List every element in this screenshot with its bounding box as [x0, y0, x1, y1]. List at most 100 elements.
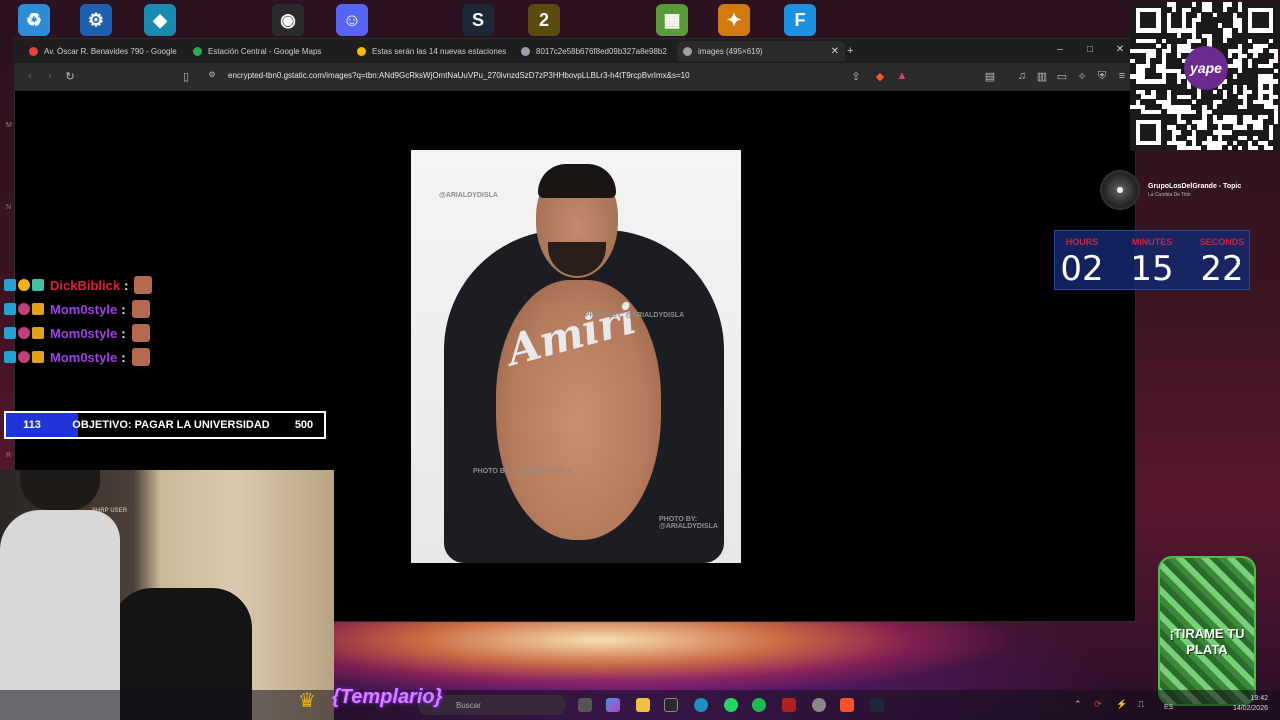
- close-tab-icon[interactable]: ✕: [823, 46, 839, 57]
- site-info-icon[interactable]: ⚙: [205, 70, 219, 79]
- tab-label: Estas serán las 14 nuevas estaciones: [372, 46, 507, 56]
- vpn-icon[interactable]: ⛨: [1095, 70, 1109, 83]
- clock-time: 19:42: [1250, 695, 1268, 702]
- qr-module: [1272, 2, 1279, 8]
- back-icon[interactable]: ‹: [23, 70, 37, 82]
- brave-rewards-icon[interactable]: ▲: [895, 70, 909, 82]
- tray-mic-icon[interactable]: ⎍: [1138, 699, 1144, 710]
- forward-icon[interactable]: ›: [43, 70, 57, 82]
- app-diamond-icon[interactable]: ◆: [144, 4, 176, 36]
- copilot-icon[interactable]: [606, 698, 620, 712]
- qr-module: [1150, 2, 1157, 8]
- tab-images-active[interactable]: images (495×619) ✕: [677, 41, 845, 61]
- reader-mode-icon[interactable]: ▤: [983, 70, 997, 83]
- tray-language[interactable]: ES: [1164, 704, 1173, 711]
- edge-icon[interactable]: [694, 698, 708, 712]
- qr-module: [1226, 37, 1233, 44]
- qr-module: [1247, 104, 1254, 111]
- store-icon[interactable]: [664, 698, 678, 712]
- qr-module: [1272, 129, 1279, 136]
- qr-module: [1232, 27, 1239, 34]
- timer-minutes-label: MINUTES: [1131, 237, 1173, 247]
- minecraft-icon[interactable]: ▦: [656, 4, 688, 36]
- app-blue-icon[interactable]: ⚙: [80, 4, 112, 36]
- qr-module: [1196, 109, 1203, 116]
- qr-module: [1191, 12, 1198, 19]
- qr-module: [1247, 109, 1254, 116]
- reload-icon[interactable]: ↻: [63, 70, 77, 83]
- maximize-icon[interactable]: □: [1083, 44, 1097, 55]
- tab-google-maps-address[interactable]: Av. Óscar R. Benavides 790 - Google: [23, 41, 187, 61]
- app-red-icon[interactable]: [782, 698, 796, 712]
- side-fragment: M: [6, 122, 12, 129]
- qr-module: [1237, 109, 1244, 116]
- sidebar-icon[interactable]: ▥: [1035, 70, 1049, 83]
- qr-module: [1140, 32, 1147, 39]
- emote-icon: [131, 300, 150, 318]
- menu-icon[interactable]: ≡: [1115, 70, 1129, 82]
- fortnite-icon[interactable]: F: [784, 4, 816, 36]
- qr-module: [1150, 114, 1157, 121]
- qr-module: [1226, 78, 1233, 85]
- qr-module: [1175, 63, 1182, 70]
- leo-ai-icon[interactable]: ✧: [1075, 70, 1089, 83]
- chat-separator: :: [124, 277, 129, 293]
- qr-module: [1232, 53, 1239, 60]
- new-tab-button[interactable]: +: [841, 41, 869, 61]
- brave-icon[interactable]: [840, 698, 854, 712]
- qr-module: [1237, 88, 1244, 95]
- timer-minutes: 15: [1130, 249, 1174, 289]
- obs-icon[interactable]: [812, 698, 826, 712]
- bookmark-icon[interactable]: ▯: [179, 70, 193, 83]
- steam-icon[interactable]: [870, 698, 884, 712]
- recycle-bin-icon[interactable]: ♻: [18, 4, 50, 36]
- qr-module: [1247, 53, 1254, 60]
- address-bar[interactable]: encrypted-tbn0.gstatic.com/images?q=tbn:…: [228, 71, 690, 80]
- whatsapp-icon[interactable]: [724, 698, 738, 712]
- qr-module: [1140, 22, 1147, 29]
- album-art: [1100, 170, 1140, 210]
- tray-sync-icon[interactable]: ⟳: [1094, 699, 1102, 710]
- close-window-icon[interactable]: ✕: [1113, 44, 1127, 55]
- cs-icon[interactable]: ✦: [718, 4, 750, 36]
- qr-module: [1175, 22, 1182, 29]
- qr-module: [1272, 88, 1279, 95]
- map-pin-icon: [193, 46, 202, 56]
- tab-hash-image[interactable]: 8017c2e58b676f8ed09b327a8e98b2: [515, 41, 677, 61]
- qr-module: [1242, 144, 1249, 151]
- globe-icon: [521, 46, 530, 56]
- qr-module: [1130, 144, 1136, 151]
- brave-shield-icon[interactable]: ◆: [873, 70, 887, 83]
- qr-module: [1175, 134, 1182, 141]
- minimize-icon[interactable]: –: [1053, 44, 1067, 55]
- qr-module: [1242, 27, 1249, 34]
- steam-icon[interactable]: S: [462, 4, 494, 36]
- webcam-label: SHRP USER: [92, 508, 127, 514]
- qr-module: [1155, 53, 1162, 60]
- task-view-icon[interactable]: [578, 698, 592, 712]
- tab-nuevas-estaciones[interactable]: Estas serán las 14 nuevas estaciones: [351, 41, 513, 61]
- game-2-icon[interactable]: 2: [528, 4, 560, 36]
- chat-message: Mom0style:: [4, 300, 150, 318]
- obs-icon[interactable]: ◉: [272, 4, 304, 36]
- badge-icon: [32, 351, 44, 363]
- qr-module: [1232, 93, 1239, 100]
- qr-module: [1247, 78, 1254, 85]
- music-icon[interactable]: ♫: [1015, 70, 1029, 82]
- qr-module: [1191, 104, 1198, 111]
- wallet-icon[interactable]: ▭: [1055, 70, 1069, 83]
- qr-module: [1242, 68, 1249, 75]
- qr-module: [1257, 22, 1264, 29]
- qr-module: [1237, 98, 1244, 105]
- discord-icon[interactable]: ☺: [336, 4, 368, 36]
- share-icon[interactable]: ⇪: [849, 70, 863, 83]
- tray-network-icon[interactable]: ⚡: [1116, 699, 1127, 710]
- spotify-icon[interactable]: [752, 698, 766, 712]
- qr-module: [1247, 2, 1254, 8]
- taskbar-clock[interactable]: 19:42 14/02/2026: [1226, 694, 1268, 714]
- tray-chevron-icon[interactable]: ⌃: [1074, 699, 1082, 710]
- qr-module: [1211, 2, 1218, 8]
- tab-estacion-central[interactable]: Estación Central - Google Maps: [187, 41, 349, 61]
- file-explorer-icon[interactable]: [636, 698, 650, 712]
- badge-icon: [18, 327, 30, 339]
